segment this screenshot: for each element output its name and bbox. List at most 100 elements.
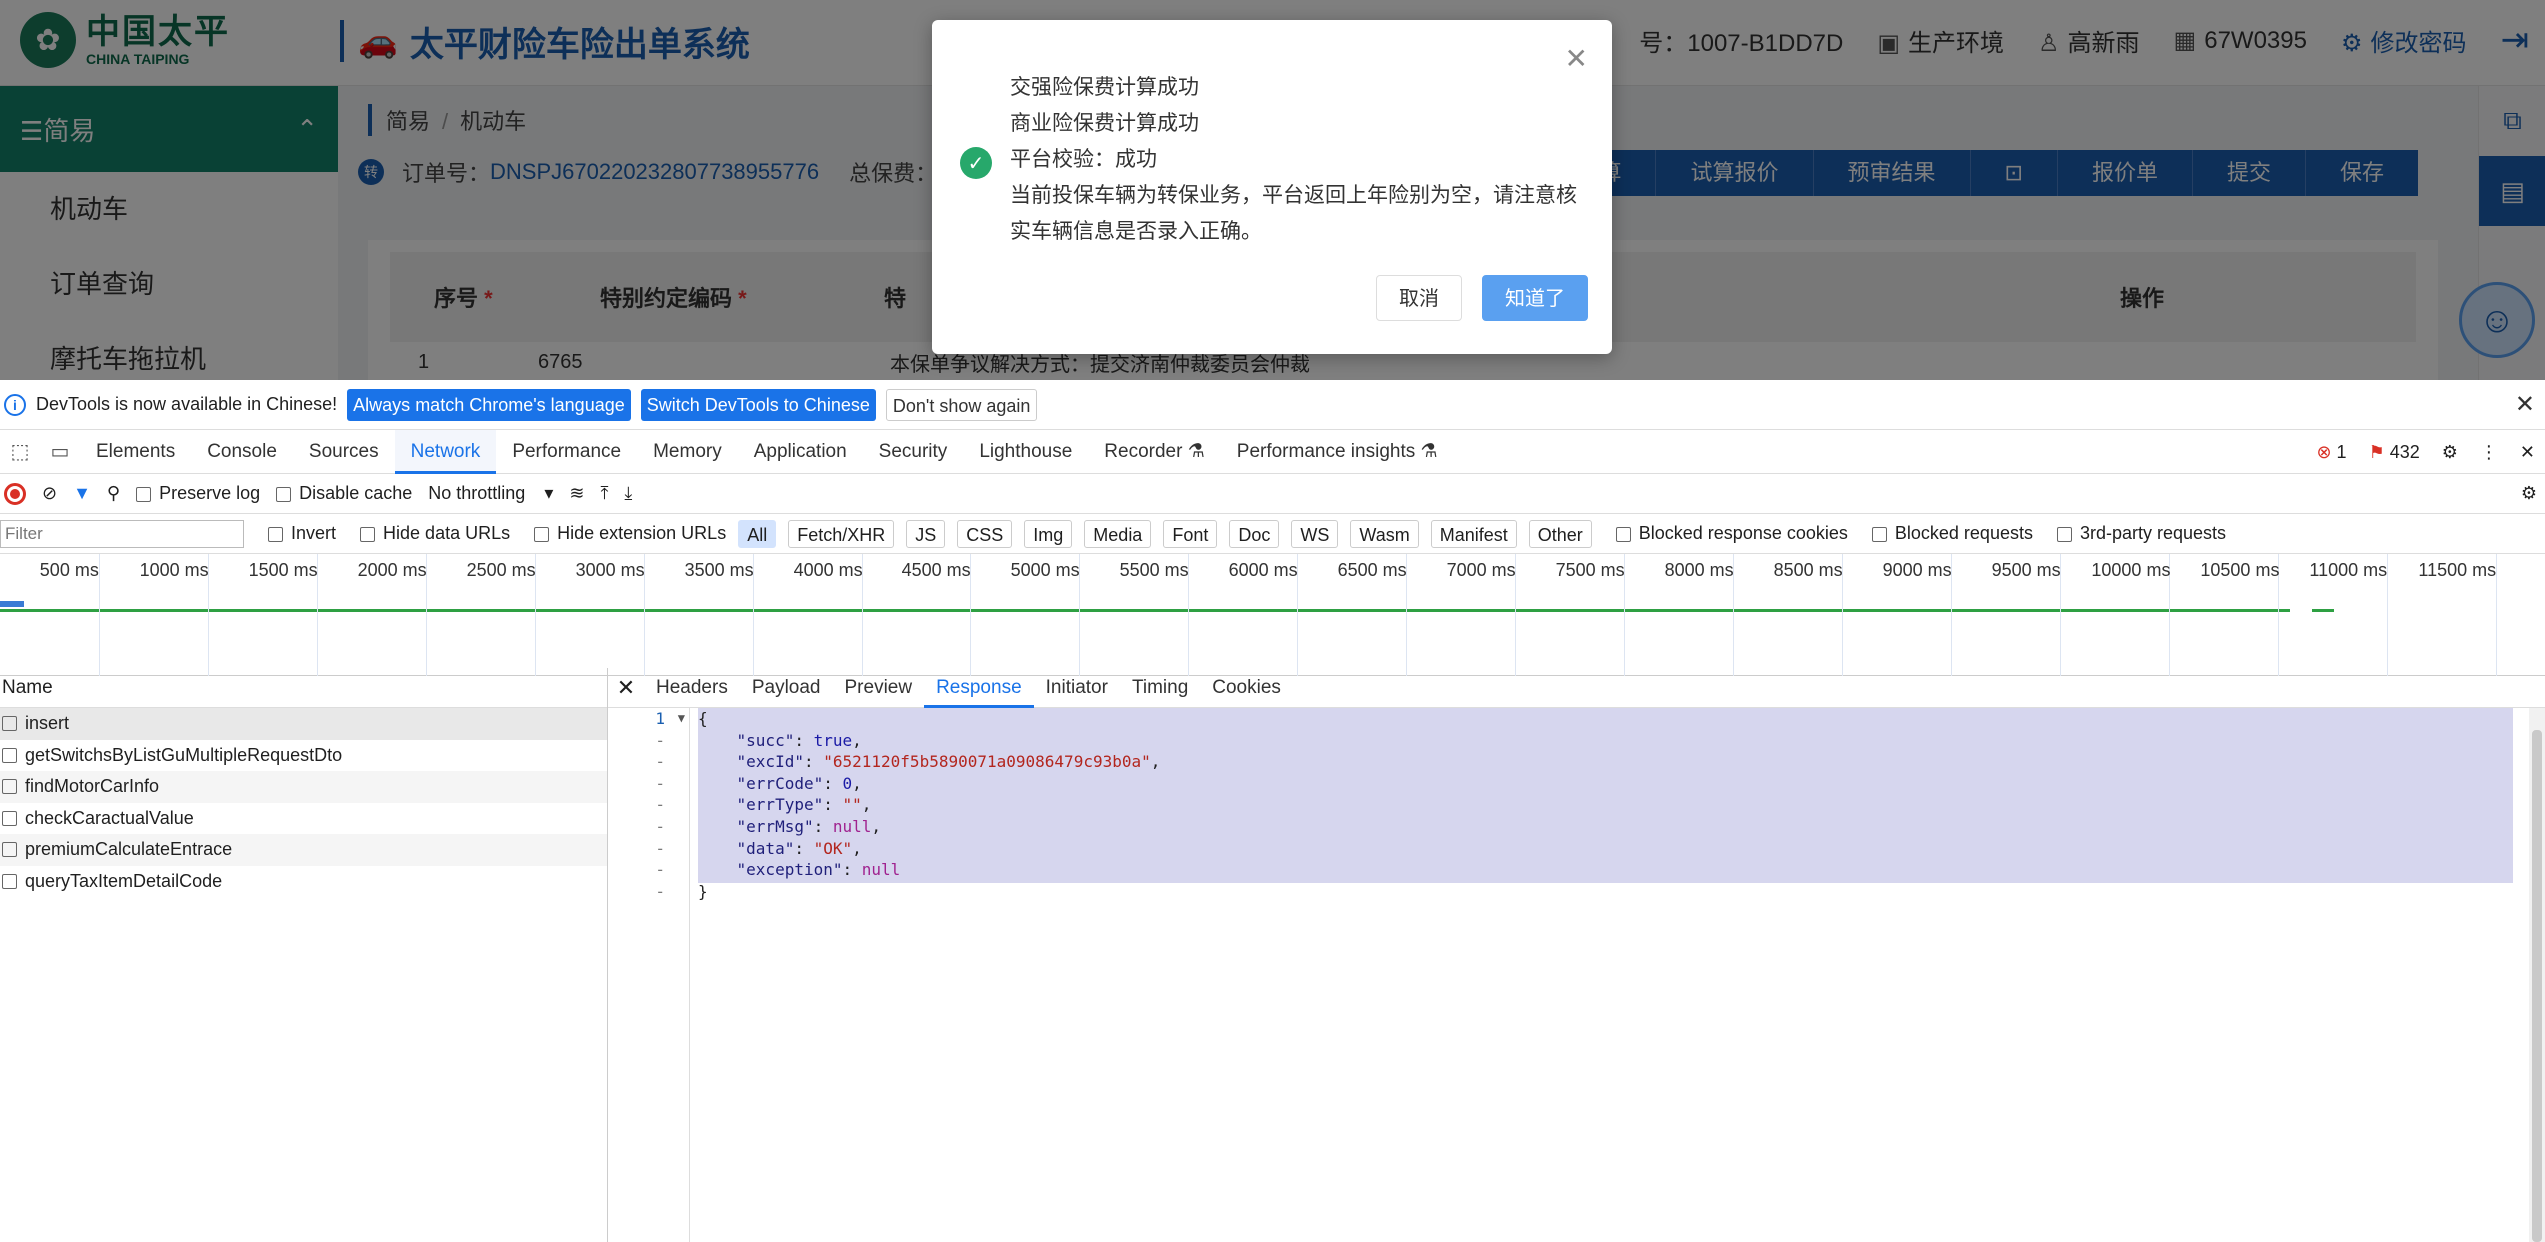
- filter-row: Filter Invert Hide data URLs Hide extens…: [0, 514, 2545, 554]
- timeline-tick-label: 8000 ms: [1664, 560, 1734, 580]
- type-filter-font[interactable]: Font: [1163, 519, 1218, 548]
- response-body[interactable]: 1 ▼ - - - - - - - - { "succ": true, "excI…: [608, 708, 2545, 1242]
- type-filter-manifest[interactable]: Manifest: [1430, 519, 1517, 548]
- timeline-bar-green-2: [2312, 609, 2334, 612]
- close-infobar-icon[interactable]: ✕: [2515, 390, 2535, 419]
- request-row[interactable]: checkCaractualValue: [0, 803, 607, 835]
- msg-transfer-warning: 当前投保车辆为转保业务，平台返回上年险别为空，请注意核实车辆信息是否录入正确。: [1010, 184, 1577, 243]
- fold-arrow-icon[interactable]: ▼: [678, 708, 685, 730]
- error-count[interactable]: ⊗ 1: [2316, 442, 2346, 463]
- msg-commercial: 商业险保费计算成功: [1010, 112, 1199, 135]
- code-line: {: [698, 709, 708, 728]
- more-options-icon[interactable]: ⋮: [2480, 442, 2498, 463]
- search-icon[interactable]: ⚲: [107, 483, 120, 504]
- tab-security[interactable]: Security: [863, 430, 964, 474]
- timeline-tick-label: 9000 ms: [1882, 560, 1952, 580]
- tab-cookies[interactable]: Cookies: [1200, 668, 1293, 708]
- tab-initiator[interactable]: Initiator: [1034, 668, 1120, 708]
- tab-elements[interactable]: Elements: [80, 430, 191, 474]
- network-settings-icon[interactable]: ⚙: [2521, 483, 2537, 504]
- switch-to-chinese-button[interactable]: Switch DevTools to Chinese: [640, 388, 876, 421]
- column-name-header[interactable]: Name: [0, 668, 607, 708]
- filter-icon[interactable]: ▼: [73, 483, 91, 504]
- tab-performance-insights[interactable]: Performance insights ⚗: [1221, 430, 1454, 474]
- devtools-tabs: ⬚ ▭ Elements Console Sources Network Per…: [0, 429, 2545, 474]
- tab-memory[interactable]: Memory: [637, 430, 738, 474]
- type-filter-ws[interactable]: WS: [1291, 519, 1339, 548]
- ok-button[interactable]: 知道了: [1482, 275, 1588, 321]
- tab-network[interactable]: Network: [394, 429, 497, 474]
- preserve-log-checkbox[interactable]: Preserve log: [136, 483, 260, 504]
- invert-checkbox[interactable]: Invert: [268, 523, 336, 544]
- network-toolbar: ⊘ ▼ ⚲ Preserve log Disable cache No thro…: [0, 474, 2545, 514]
- app-window: ✿ 中国太平 CHINA TAIPING 🚗 太平财险车险出单系统 号：1007…: [0, 0, 2545, 380]
- type-filter-fetch-xhr[interactable]: Fetch/XHR: [788, 519, 895, 548]
- info-icon: i: [4, 393, 26, 416]
- type-filter-wasm[interactable]: Wasm: [1350, 519, 1419, 548]
- code-line: "succ": true,: [736, 730, 862, 750]
- hide-data-urls-checkbox[interactable]: Hide data URLs: [360, 523, 510, 544]
- dropdown-arrow-icon: ▾: [544, 483, 554, 503]
- close-devtools-icon[interactable]: ✕: [2520, 442, 2535, 463]
- success-check-icon: ✓: [960, 147, 992, 179]
- type-filter-img[interactable]: Img: [1024, 519, 1073, 548]
- issue-count[interactable]: ⚑ 432: [2369, 442, 2420, 463]
- tab-headers[interactable]: Headers: [644, 668, 740, 708]
- tab-response[interactable]: Response: [924, 668, 1034, 708]
- tab-application[interactable]: Application: [738, 430, 863, 474]
- device-toolbar-icon[interactable]: ▭: [40, 439, 80, 464]
- blocked-requests-checkbox[interactable]: Blocked requests: [1871, 523, 2033, 544]
- timeline-tick-label: 7000 ms: [1446, 560, 1516, 580]
- type-filter-css[interactable]: CSS: [957, 519, 1013, 548]
- disable-cache-checkbox[interactable]: Disable cache: [276, 483, 412, 504]
- tab-recorder[interactable]: Recorder ⚗: [1088, 430, 1220, 474]
- record-icon[interactable]: [4, 482, 26, 505]
- tab-lighthouse[interactable]: Lighthouse: [963, 430, 1088, 474]
- network-timeline-overview[interactable]: 500 ms 1000 ms 1500 ms 2000 ms 2500 ms 3000 m…: [0, 554, 2545, 676]
- always-match-language-button[interactable]: Always match Chrome's language: [347, 388, 631, 421]
- dont-show-again-button[interactable]: Don't show again: [885, 388, 1038, 421]
- tab-sources[interactable]: Sources: [293, 430, 395, 474]
- code-line: "exception": null: [736, 860, 901, 880]
- import-har-icon[interactable]: ⤒: [600, 483, 608, 504]
- tab-payload[interactable]: Payload: [740, 668, 833, 708]
- type-filter-js[interactable]: JS: [906, 519, 946, 548]
- timeline-tick-label: 10000 ms: [2091, 560, 2171, 580]
- flask-icon: ⚗: [1187, 440, 1205, 462]
- tab-preview[interactable]: Preview: [833, 668, 925, 708]
- timeline-tick-label: 4000 ms: [793, 560, 863, 580]
- request-row[interactable]: getSwitchsByListGuMultipleRequestDto: [0, 740, 607, 772]
- type-filter-other[interactable]: Other: [1528, 519, 1592, 548]
- hide-extension-urls-checkbox[interactable]: Hide extension URLs: [534, 523, 726, 544]
- timeline-bar-blue: [0, 601, 24, 607]
- tab-performance[interactable]: Performance: [496, 430, 637, 474]
- vertical-scrollbar[interactable]: [2529, 708, 2545, 1242]
- clear-icon[interactable]: ⊘: [42, 483, 57, 504]
- inspect-element-icon[interactable]: ⬚: [0, 439, 40, 464]
- type-filter-doc[interactable]: Doc: [1229, 519, 1280, 548]
- throttling-select[interactable]: No throttling ▾: [428, 483, 553, 504]
- request-row[interactable]: queryTaxItemDetailCode: [0, 866, 607, 898]
- network-conditions-icon[interactable]: ≋: [569, 483, 584, 504]
- third-party-requests-checkbox[interactable]: 3rd-party requests: [2056, 523, 2226, 544]
- request-row[interactable]: findMotorCarInfo: [0, 771, 607, 803]
- timeline-tick-label: 11000 ms: [2309, 560, 2388, 580]
- filter-input[interactable]: Filter: [0, 519, 244, 548]
- export-har-icon[interactable]: ⤓: [624, 483, 632, 504]
- tab-console[interactable]: Console: [191, 430, 293, 474]
- type-filter-all[interactable]: All: [738, 519, 777, 548]
- timeline-tick-label: 3500 ms: [684, 560, 754, 580]
- timeline-tick-label: 1000 ms: [139, 560, 209, 580]
- type-filter-media[interactable]: Media: [1084, 519, 1152, 548]
- dialog-message: 交强险保费计算成功 商业险保费计算成功 平台校验：成功 当前投保车辆为转保业务，…: [1010, 70, 1580, 250]
- code-line: "excId": "6521120f5b5890071a09086479c93b…: [736, 752, 1161, 772]
- settings-icon[interactable]: ⚙: [2442, 442, 2458, 463]
- timeline-gridline: [2496, 554, 2497, 676]
- request-row[interactable]: premiumCalculateEntrace: [0, 834, 607, 866]
- tab-timing[interactable]: Timing: [1120, 668, 1200, 708]
- close-detail-icon[interactable]: ✕: [608, 675, 644, 701]
- blocked-response-cookies-checkbox[interactable]: Blocked response cookies: [1615, 523, 1848, 544]
- cancel-button[interactable]: 取消: [1376, 275, 1462, 321]
- request-row[interactable]: insert: [0, 708, 607, 740]
- timeline-tick-label: 5000 ms: [1010, 560, 1080, 580]
